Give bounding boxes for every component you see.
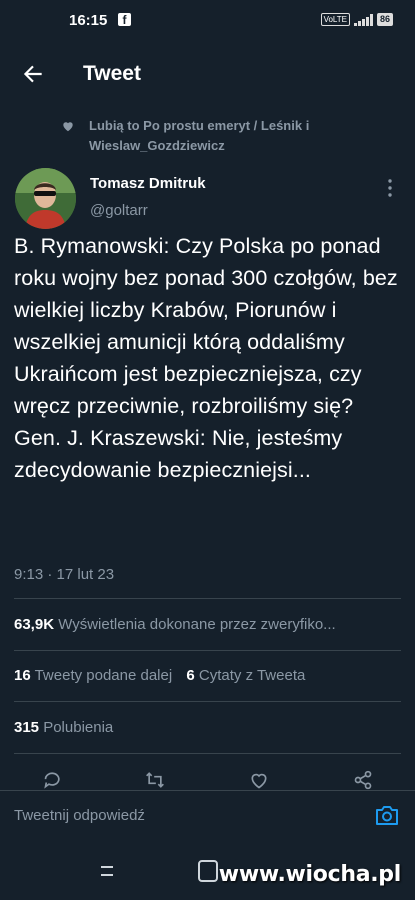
battery-icon: 86 bbox=[376, 13, 393, 26]
author-handle[interactable]: @goltarr bbox=[90, 202, 148, 219]
camera-icon[interactable] bbox=[375, 804, 399, 826]
like-icon[interactable] bbox=[248, 770, 270, 790]
back-arrow-icon[interactable] bbox=[20, 61, 46, 87]
watermark: www.wiocha.pl bbox=[218, 862, 402, 887]
views-label: Wyświetlenia dokonane przez zweryfiko... bbox=[58, 616, 336, 633]
divider bbox=[14, 753, 401, 754]
likes-stat[interactable]: 315 Polubienia bbox=[14, 719, 113, 736]
heart-icon bbox=[63, 122, 73, 132]
avatar-image bbox=[15, 168, 76, 229]
avatar[interactable] bbox=[15, 168, 76, 229]
facebook-notification-icon: f bbox=[118, 13, 131, 27]
android-nav-bar: www.wiocha.pl bbox=[0, 842, 415, 900]
page-title: Tweet bbox=[83, 62, 141, 85]
status-bar: 16:15 f VoLTE 86 bbox=[0, 0, 415, 40]
retweets-label: Tweety podane dalej bbox=[34, 667, 173, 684]
author-name[interactable]: Tomasz Dmitruk bbox=[90, 175, 206, 192]
views-count: 63,9K bbox=[14, 616, 55, 633]
top-bar: Tweet bbox=[0, 52, 415, 96]
status-time: 16:15 bbox=[69, 12, 108, 29]
quotes-stat[interactable]: 6 Cytaty z Tweeta bbox=[186, 667, 305, 684]
volte-icon: VoLTE bbox=[320, 13, 350, 26]
quotes-label: Cytaty z Tweeta bbox=[198, 667, 306, 684]
retweet-icon[interactable] bbox=[143, 770, 167, 790]
tweet-text: B. Rymanowski: Czy Polska po ponad roku … bbox=[14, 234, 398, 482]
social-context[interactable]: Lubią to Po prostu emeryt / Leśnik i Wie… bbox=[63, 116, 384, 156]
action-bar bbox=[0, 768, 415, 790]
retweet-quote-stats: 16 Tweety podane dalej 6 Cytaty z Tweeta bbox=[14, 667, 305, 684]
retweets-count: 16 bbox=[14, 667, 31, 684]
tweet-timestamp[interactable]: 9:13 · 17 lut 23 bbox=[14, 566, 114, 583]
likes-label: Polubienia bbox=[43, 719, 114, 736]
signal-icon bbox=[353, 13, 373, 26]
home-icon[interactable] bbox=[198, 860, 218, 882]
divider bbox=[14, 701, 401, 702]
views-stat[interactable]: 63,9K Wyświetlenia dokonane przez zweryf… bbox=[14, 616, 336, 633]
more-options-icon[interactable] bbox=[385, 177, 395, 199]
share-icon[interactable] bbox=[352, 770, 374, 790]
divider bbox=[14, 598, 401, 599]
divider bbox=[14, 650, 401, 651]
likes-count: 315 bbox=[14, 719, 40, 736]
quotes-count: 6 bbox=[186, 667, 195, 684]
status-icons: VoLTE 86 bbox=[320, 13, 393, 26]
reply-icon[interactable] bbox=[42, 770, 64, 790]
reply-bar: Tweetnij odpowiedź bbox=[0, 790, 415, 843]
reply-input[interactable]: Tweetnij odpowiedź bbox=[14, 807, 145, 824]
recent-apps-icon[interactable] bbox=[97, 864, 117, 878]
liked-by-text: Lubią to Po prostu emeryt / Leśnik i Wie… bbox=[89, 118, 310, 153]
retweets-stat[interactable]: 16 Tweety podane dalej bbox=[14, 667, 172, 684]
